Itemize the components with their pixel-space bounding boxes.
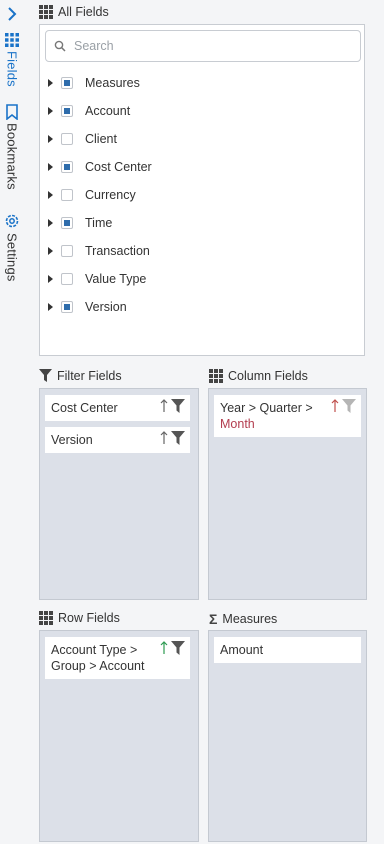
sort-arrow-icon[interactable]: [331, 399, 339, 413]
chevron-right-icon[interactable]: [3, 4, 21, 24]
expand-caret-icon[interactable]: [48, 135, 53, 143]
row-chip-account[interactable]: Account Type > Group > Account: [45, 637, 190, 679]
checkbox[interactable]: [61, 161, 73, 173]
chip-label-line2: Month: [220, 417, 255, 431]
field-label: Cost Center: [85, 160, 152, 174]
filter-fields-title: Filter Fields: [57, 369, 122, 383]
expand-caret-icon[interactable]: [48, 275, 53, 283]
search-input[interactable]: [72, 38, 346, 54]
field-item-currency[interactable]: Currency: [40, 181, 364, 209]
grid-icon: [39, 5, 53, 19]
grid-icon: [39, 611, 53, 625]
measures-dropzone[interactable]: Amount: [208, 630, 367, 842]
field-label: Client: [85, 132, 117, 146]
field-item-measures[interactable]: Measures: [40, 69, 364, 97]
filter-icon[interactable]: [171, 641, 185, 655]
filter-icon[interactable]: [342, 399, 356, 413]
field-item-account[interactable]: Account: [40, 97, 364, 125]
expand-caret-icon[interactable]: [48, 107, 53, 115]
checkbox[interactable]: [61, 133, 73, 145]
field-item-version[interactable]: Version: [40, 293, 364, 321]
sort-arrow-icon[interactable]: [160, 399, 168, 413]
chip-label-line2: Group > Account: [51, 659, 145, 673]
side-rail: Fields Bookmarks Settings: [0, 0, 25, 844]
field-item-transaction[interactable]: Transaction: [40, 237, 364, 265]
field-item-cost-center[interactable]: Cost Center: [40, 153, 364, 181]
measures-title: Measures: [222, 612, 278, 626]
chip-label-line1: Year > Quarter >: [220, 401, 313, 415]
all-fields-box: Measures Account Client Cost Center Curr: [39, 24, 365, 356]
filter-chip-version[interactable]: Version: [45, 427, 190, 453]
row-fields-title: Row Fields: [58, 611, 120, 625]
column-fields-title: Column Fields: [228, 369, 308, 383]
checkbox[interactable]: [61, 245, 73, 257]
all-fields-header: All Fields: [39, 5, 109, 19]
field-label: Account: [85, 104, 131, 118]
chip-label: Cost Center: [51, 401, 118, 415]
field-label: Currency: [85, 188, 136, 202]
filter-icon: [39, 369, 52, 382]
checkbox[interactable]: [61, 105, 73, 117]
chip-label: Version: [51, 433, 93, 447]
filter-chip-cost-center[interactable]: Cost Center: [45, 395, 190, 421]
measures-header: Σ Measures: [209, 611, 277, 627]
checkbox[interactable]: [61, 189, 73, 201]
checkbox[interactable]: [61, 301, 73, 313]
checkbox[interactable]: [61, 77, 73, 89]
tab-fields[interactable]: Fields: [0, 32, 24, 87]
filter-fields-dropzone[interactable]: Cost Center Version: [39, 388, 199, 600]
tab-settings-label: Settings: [4, 233, 20, 282]
filter-icon[interactable]: [171, 399, 185, 413]
row-fields-dropzone[interactable]: Account Type > Group > Account: [39, 630, 199, 842]
field-list: Measures Account Client Cost Center Curr: [40, 69, 364, 321]
filter-fields-header: Filter Fields: [39, 369, 122, 383]
field-item-client[interactable]: Client: [40, 125, 364, 153]
expand-caret-icon[interactable]: [48, 303, 53, 311]
field-item-time[interactable]: Time: [40, 209, 364, 237]
field-item-value-type[interactable]: Value Type: [40, 265, 364, 293]
chip-label: Amount: [220, 643, 264, 657]
checkbox[interactable]: [61, 273, 73, 285]
column-chip-time[interactable]: Year > Quarter > Month: [214, 395, 361, 437]
field-label: Version: [85, 300, 127, 314]
search-box[interactable]: [45, 30, 361, 62]
column-fields-dropzone[interactable]: Year > Quarter > Month: [208, 388, 367, 600]
sort-arrow-icon[interactable]: [160, 641, 168, 655]
column-fields-header: Column Fields: [209, 369, 308, 383]
tab-bookmarks-label: Bookmarks: [4, 123, 20, 190]
tab-settings[interactable]: Settings: [0, 212, 24, 282]
all-fields-title: All Fields: [58, 5, 109, 19]
chip-label-line1: Account Type >: [51, 643, 138, 657]
expand-caret-icon[interactable]: [48, 191, 53, 199]
grid-icon: [5, 33, 19, 47]
checkbox[interactable]: [61, 217, 73, 229]
sort-arrow-icon[interactable]: [160, 431, 168, 445]
field-label: Value Type: [85, 272, 147, 286]
bookmark-icon: [6, 104, 18, 120]
search-icon: [54, 40, 66, 52]
field-label: Measures: [85, 76, 140, 90]
expand-caret-icon[interactable]: [48, 219, 53, 227]
tab-fields-label: Fields: [4, 51, 20, 87]
expand-caret-icon[interactable]: [48, 79, 53, 87]
grid-icon: [209, 369, 223, 383]
field-label: Transaction: [85, 244, 150, 258]
filter-icon[interactable]: [171, 431, 185, 445]
sigma-icon: Σ: [209, 611, 218, 627]
fields-panel: All Fields Measures Account: [24, 0, 384, 844]
field-label: Time: [85, 216, 113, 230]
row-fields-header: Row Fields: [39, 611, 120, 625]
measure-chip-amount[interactable]: Amount: [214, 637, 361, 663]
expand-caret-icon[interactable]: [48, 247, 53, 255]
gear-icon: [5, 214, 19, 228]
tab-bookmarks[interactable]: Bookmarks: [0, 104, 24, 190]
expand-caret-icon[interactable]: [48, 163, 53, 171]
